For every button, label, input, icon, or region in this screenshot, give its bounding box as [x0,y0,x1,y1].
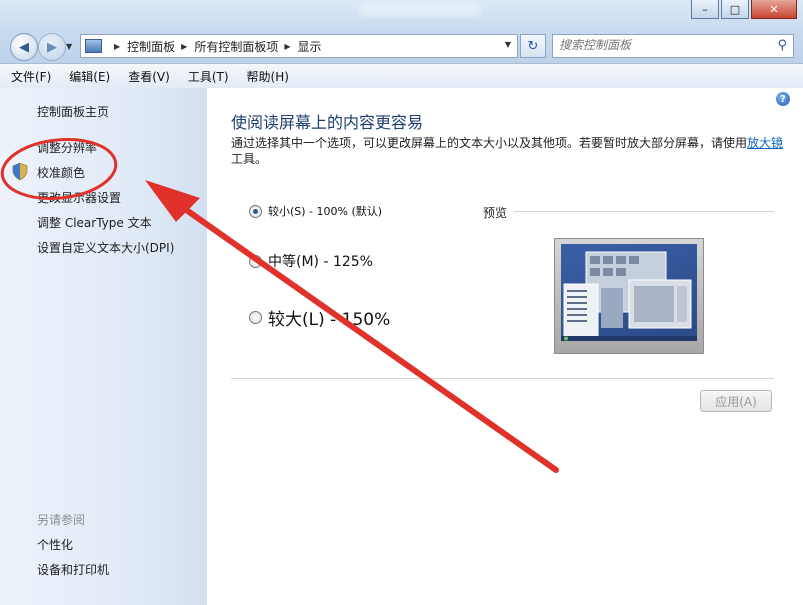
uac-shield-icon [12,163,28,180]
window-title-blurred [360,3,480,17]
task-pane [0,88,207,605]
breadcrumb-all-items[interactable]: 所有控制面板项 [194,38,278,55]
search-icon[interactable]: ⚲ [777,38,787,53]
option-medium-label: 中等(M) - 125% [268,254,373,270]
breadcrumb-display[interactable]: 显示 [298,38,322,55]
preview-screen [561,244,697,341]
radio-medium[interactable] [249,254,262,268]
sidebar-link-devices-printers[interactable]: 设备和打印机 [37,561,109,578]
minimize-button[interactable]: – [691,0,719,19]
description-text: 通过选择其中一个选项，可以更改屏幕上的文本大小以及其他项。若要暂时放大部分屏幕，… [231,136,748,150]
preview-label: 预览 [483,206,508,220]
search-box[interactable]: ⚲ [552,34,794,58]
magnifier-link[interactable]: 放大镜 [747,136,783,150]
chevron-right-icon[interactable]: ▶ [181,42,187,51]
refresh-button[interactable]: ↻ [520,34,546,58]
preview-divider [514,211,774,212]
breadcrumb-control-panel[interactable]: 控制面板 [127,38,175,55]
back-arrow-icon: ◀ [19,39,29,55]
radio-larger[interactable] [249,311,262,324]
radio-smaller[interactable] [249,204,262,218]
page-title: 使阅读屏幕上的内容更容易 [231,113,424,132]
option-smaller-label: 较小(S) - 100% (默认) [268,205,383,218]
search-input[interactable] [553,35,765,55]
page-description: 通过选择其中一个选项，可以更改屏幕上的文本大小以及其他项。若要暂时放大部分屏幕，… [231,135,791,167]
explorer-window: – □ ✕ ◀ ▶ ▼ ▶ 控制面板 ▶ 所有控制面板项 ▶ 显示 ▼ ↻ ⚲ … [0,0,803,605]
menu-help[interactable]: 帮助(H) [236,68,296,85]
close-button[interactable]: ✕ [751,0,797,19]
sidebar-link-home[interactable]: 控制面板主页 [37,103,109,120]
menu-view[interactable]: 查看(V) [117,68,177,85]
content-divider [231,378,774,379]
sidebar-link-display-settings[interactable]: 更改显示器设置 [37,189,121,206]
see-also-heading: 另请参阅 [37,513,86,527]
address-bar[interactable]: ▶ 控制面板 ▶ 所有控制面板项 ▶ 显示 ▼ [80,34,518,58]
window-caption-buttons: – □ ✕ [691,0,797,19]
menu-file[interactable]: 文件(F) [0,68,58,85]
menu-bar: 文件(F) 编辑(E) 查看(V) 工具(T) 帮助(H) [0,63,803,89]
sidebar-link-calibrate-color[interactable]: 校准颜色 [37,164,85,181]
sidebar-link-personalization[interactable]: 个性化 [37,536,73,553]
chevron-right-icon[interactable]: ▶ [114,42,120,51]
apply-button[interactable]: 应用(A) [700,390,772,412]
sidebar-link-cleartype[interactable]: 调整 ClearType 文本 [37,214,152,231]
option-larger[interactable]: 较大(L) - 150% [249,305,390,330]
address-dropdown-icon[interactable]: ▼ [505,40,511,49]
option-smaller[interactable]: 较小(S) - 100% (默认) [249,203,382,219]
forward-arrow-icon: ▶ [47,39,57,55]
refresh-icon: ↻ [527,38,539,54]
forward-button[interactable]: ▶ [38,33,66,61]
menu-edit[interactable]: 编辑(E) [58,68,117,85]
preview-monitor-image [554,238,704,354]
chevron-right-icon[interactable]: ▶ [284,42,290,51]
help-icon[interactable]: ? [776,92,790,106]
back-button[interactable]: ◀ [10,33,38,61]
history-dropdown-icon[interactable]: ▼ [66,42,72,51]
maximize-button[interactable]: □ [721,0,749,19]
option-larger-label: 较大(L) - 150% [268,310,391,330]
menu-tools[interactable]: 工具(T) [177,68,236,85]
sidebar-link-custom-dpi[interactable]: 设置自定义文本大小(DPI) [37,239,174,256]
sidebar-link-resolution[interactable]: 调整分辨率 [37,139,97,156]
option-medium[interactable]: 中等(M) - 125% [249,251,373,271]
control-panel-icon [85,39,102,53]
preview-windows-graphic [561,251,697,341]
description-suffix: 工具。 [231,152,268,166]
